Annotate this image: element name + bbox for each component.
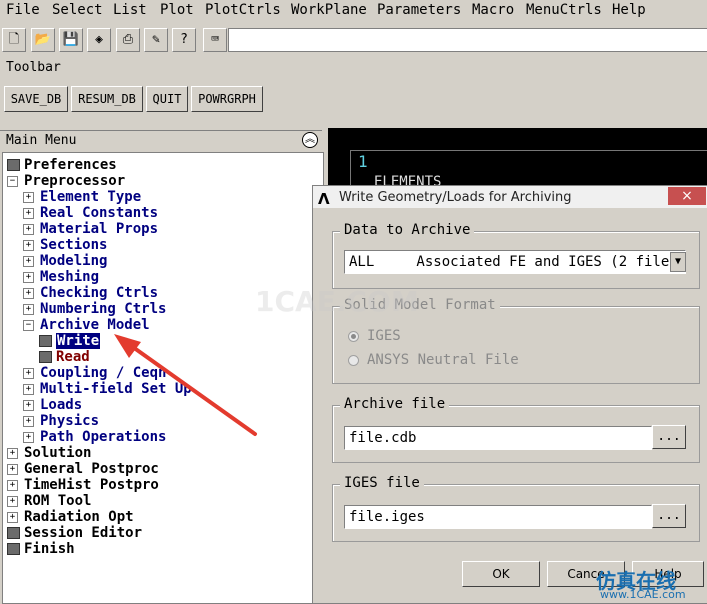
watermark: 1CAE.COM bbox=[255, 285, 419, 318]
watermark-site: www.1CAE.com bbox=[600, 588, 686, 601]
